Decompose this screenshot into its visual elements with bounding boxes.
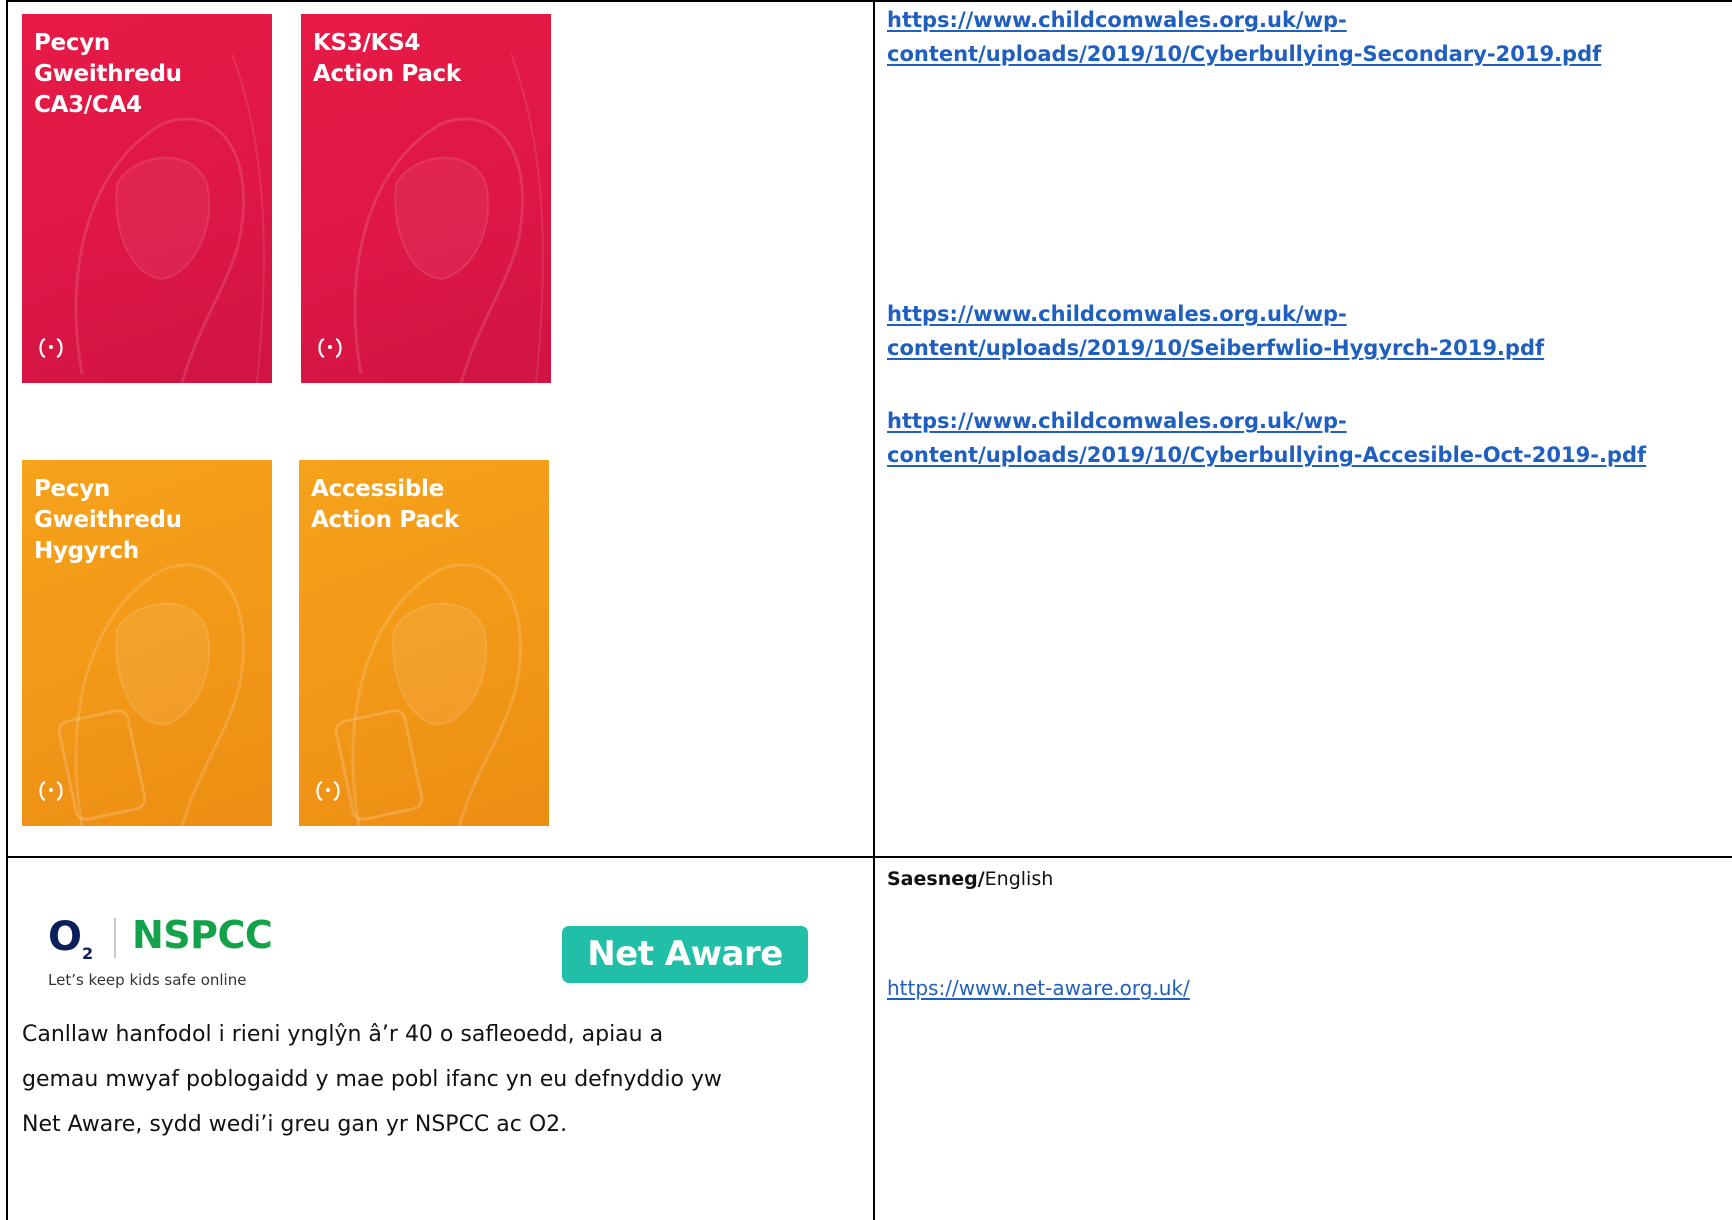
- language-plain: English: [984, 868, 1054, 890]
- link-line[interactable]: content/uploads/2019/10/Seiberfwlio-Hygy…: [887, 331, 1544, 365]
- description-line: Canllaw hanfodol i rieni ynglŷn â’r 40 o…: [22, 1022, 664, 1047]
- commissioner-logo-icon: [39, 337, 63, 359]
- commissioner-logo-icon: [318, 337, 342, 359]
- link-cyberbullying-secondary[interactable]: https://www.childcomwales.org.uk/wp- con…: [887, 3, 1601, 71]
- net-aware-link[interactable]: https://www.net-aware.org.uk/: [887, 976, 1190, 1000]
- net-aware-label: Net Aware: [587, 934, 783, 974]
- link-line[interactable]: https://www.childcomwales.org.uk/wp-: [887, 404, 1646, 438]
- commissioner-logo-icon: [316, 780, 340, 802]
- o2-logo: O2: [48, 915, 93, 976]
- net-aware-description: Canllaw hanfodol i rieni ynglŷn â’r 40 o…: [22, 1012, 722, 1147]
- link-line[interactable]: content/uploads/2019/10/Cyberbullying-Ac…: [887, 438, 1646, 472]
- net-aware-logo: Net Aware: [562, 926, 808, 983]
- cover-accessible-action-pack: Accessible Action Pack: [299, 460, 549, 826]
- link-line[interactable]: https://www.childcomwales.org.uk/wp-: [887, 297, 1544, 331]
- table-column-divider: [873, 0, 875, 1220]
- cover-title: Pecyn Gweithredu CA3/CA4: [34, 30, 182, 118]
- cover-title: KS3/KS4 Action Pack: [313, 30, 461, 87]
- cover-title: Accessible Action Pack: [311, 476, 459, 533]
- link-line[interactable]: https://www.childcomwales.org.uk/wp-: [887, 3, 1601, 37]
- language-label: Saesneg/English: [887, 868, 1053, 890]
- nspcc-logo: NSPCC: [132, 913, 273, 957]
- link-line[interactable]: content/uploads/2019/10/Cyberbullying-Se…: [887, 37, 1601, 71]
- table-border-top: [6, 0, 1732, 2]
- link-seiberfwlio-hygyrch[interactable]: https://www.childcomwales.org.uk/wp- con…: [887, 297, 1544, 365]
- description-line: gemau mwyaf poblogaidd y mae pobl ifanc …: [22, 1067, 722, 1092]
- table-row-divider: [6, 856, 1732, 858]
- commissioner-logo-icon: [39, 780, 63, 802]
- cover-pecyn-hygyrch: Pecyn Gweithredu Hygyrch: [22, 460, 272, 826]
- o2-letter: O: [48, 914, 83, 960]
- cover-title: Pecyn Gweithredu Hygyrch: [34, 476, 182, 564]
- cover-ks3-ks4-action-pack: KS3/KS4 Action Pack: [301, 14, 551, 383]
- o2-subscript: 2: [82, 944, 94, 963]
- language-bold: Saesneg/: [887, 868, 985, 890]
- link-cyberbullying-accessible[interactable]: https://www.childcomwales.org.uk/wp- con…: [887, 404, 1646, 472]
- cover-pecyn-ca3-ca4: Pecyn Gweithredu CA3/CA4: [22, 14, 272, 383]
- table-border-left: [6, 0, 8, 1220]
- description-line: Net Aware, sydd wedi’i greu gan yr NSPCC…: [22, 1112, 568, 1137]
- nspcc-tagline: Let’s keep kids safe online: [48, 971, 247, 989]
- logo-separator: [114, 918, 116, 958]
